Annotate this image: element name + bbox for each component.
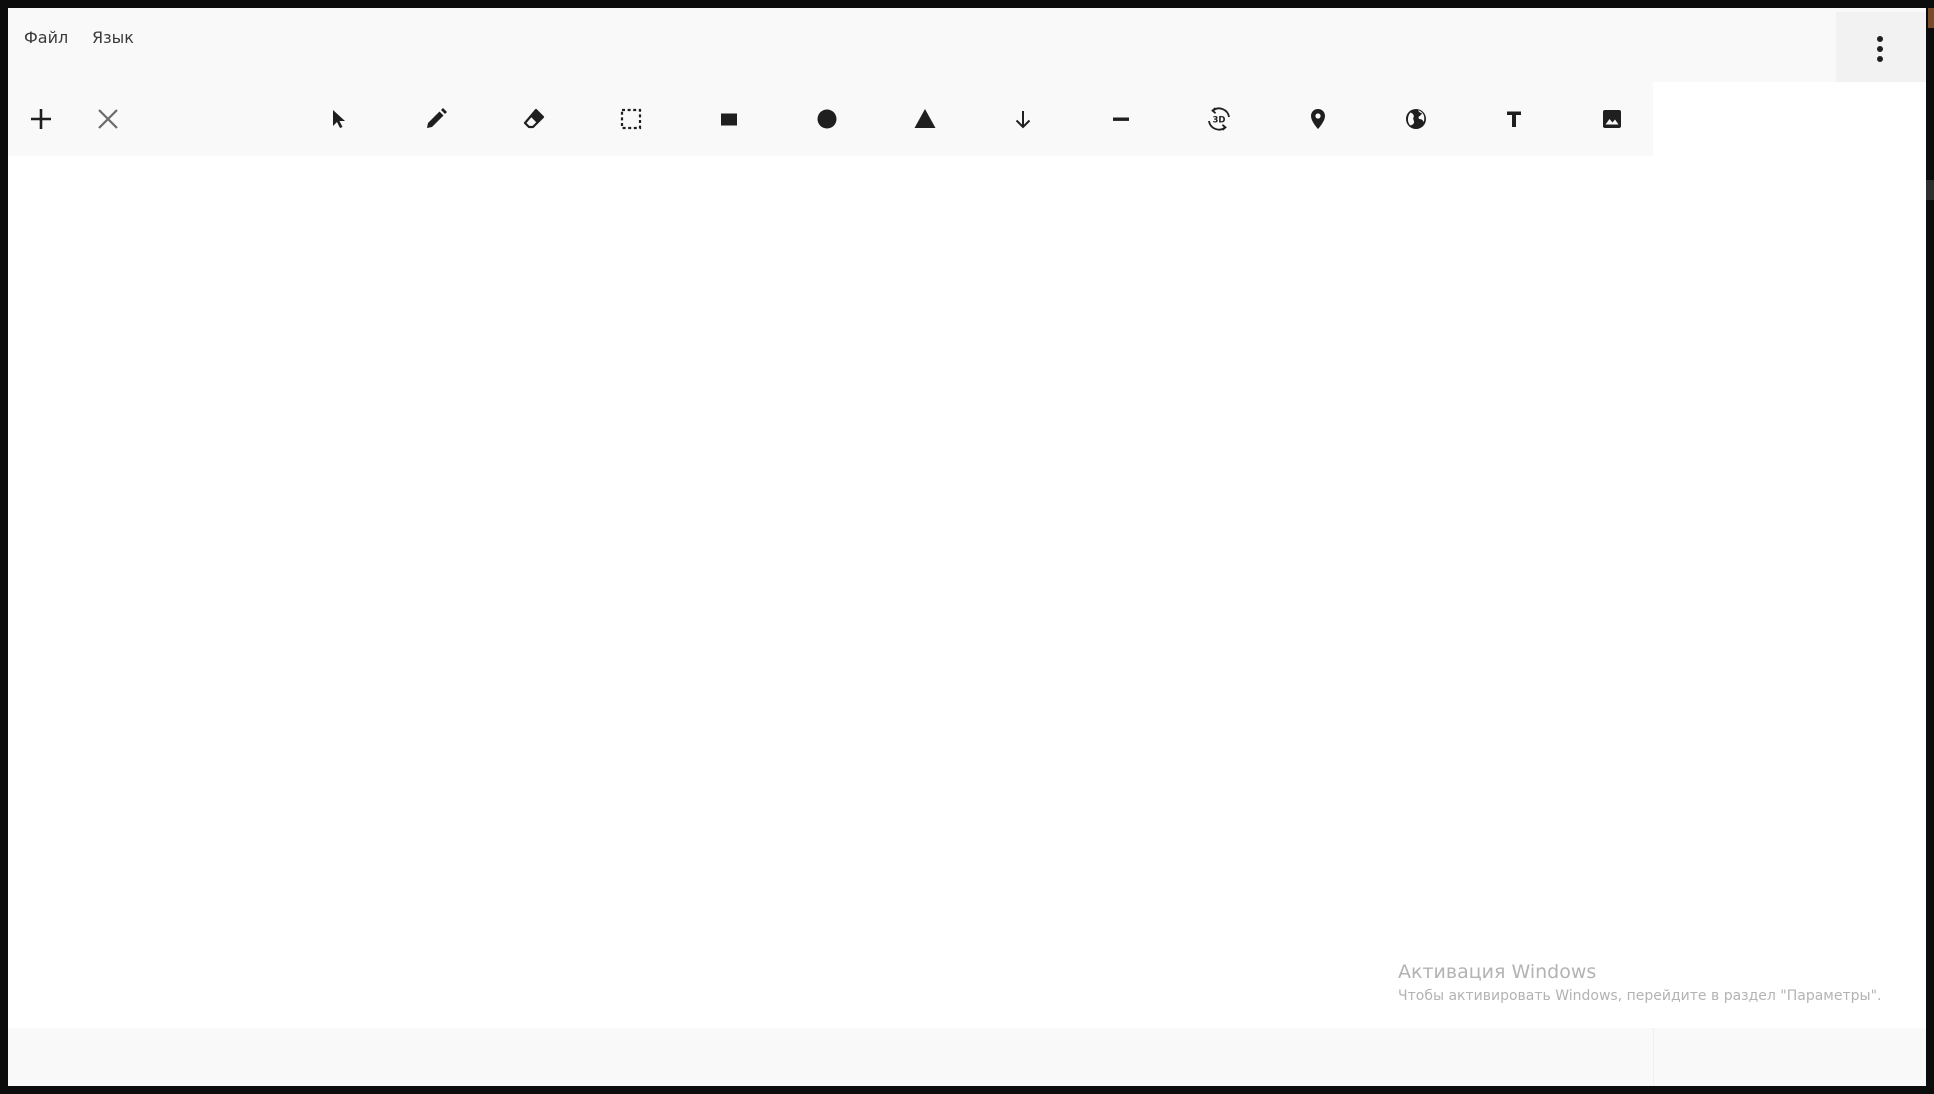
plus-icon (31, 109, 51, 129)
arrow-down-icon (1015, 111, 1031, 129)
close-icon (98, 109, 118, 129)
rotate-3d-tool-button[interactable]: 3D (1196, 96, 1242, 142)
toolbar-empty-area (1653, 82, 1926, 156)
image-tool-button[interactable] (1589, 96, 1635, 142)
text-tool-button[interactable] (1491, 96, 1537, 142)
app-window: Файл Язык 3D Активация Windows Чтобы акт… (8, 8, 1926, 1086)
globe-icon (1406, 109, 1426, 129)
pencil-tool-button[interactable] (413, 96, 459, 142)
eraser-tool-button[interactable] (511, 96, 557, 142)
rectangle-icon (721, 113, 737, 126)
watermark-subtitle: Чтобы активировать Windows, перейдите в … (1398, 988, 1882, 1004)
selection-rect-tool-button[interactable] (608, 96, 654, 142)
toolbar: 3D (8, 82, 1653, 156)
image-icon (1603, 110, 1621, 128)
line-tool-button[interactable] (1098, 96, 1144, 142)
menu-file[interactable]: Файл (18, 20, 74, 56)
eraser-icon (523, 108, 545, 129)
arrow-tool-button[interactable] (1000, 96, 1046, 142)
window-edge-marker (1928, 8, 1934, 28)
close-button[interactable] (85, 96, 131, 142)
globe-tool-button[interactable] (1393, 96, 1439, 142)
more-vertical-icon (1877, 36, 1883, 62)
circle-icon (817, 109, 837, 129)
status-bar-divider (1653, 1028, 1654, 1086)
menu-bar: Файл Язык (8, 8, 1926, 82)
scrollbar-thumb[interactable] (1926, 180, 1934, 200)
add-button[interactable] (18, 96, 64, 142)
windows-activation-watermark: Активация Windows Чтобы активировать Win… (1398, 960, 1881, 1006)
location-tool-button[interactable] (1295, 96, 1341, 142)
menu-language[interactable]: Язык (86, 20, 140, 56)
triangle-icon (914, 109, 936, 128)
circle-tool-button[interactable] (804, 96, 850, 142)
cursor-arrow-icon (333, 110, 345, 128)
status-bar (8, 1028, 1926, 1086)
rectangle-tool-button[interactable] (706, 96, 752, 142)
rotate-3d-icon: 3D (1208, 107, 1230, 131)
triangle-tool-button[interactable] (902, 96, 948, 142)
watermark-title: Активация Windows (1398, 961, 1597, 983)
drawing-canvas[interactable] (8, 156, 1926, 1028)
select-tool-button[interactable] (315, 96, 361, 142)
rotate-3d-label: 3D (1213, 116, 1226, 126)
dashed-select-icon (620, 108, 642, 130)
pencil-icon (427, 108, 447, 128)
map-pin-icon (1311, 109, 1325, 129)
more-options-button[interactable] (1836, 12, 1926, 88)
line-icon (1113, 117, 1129, 121)
text-icon (1507, 111, 1521, 127)
